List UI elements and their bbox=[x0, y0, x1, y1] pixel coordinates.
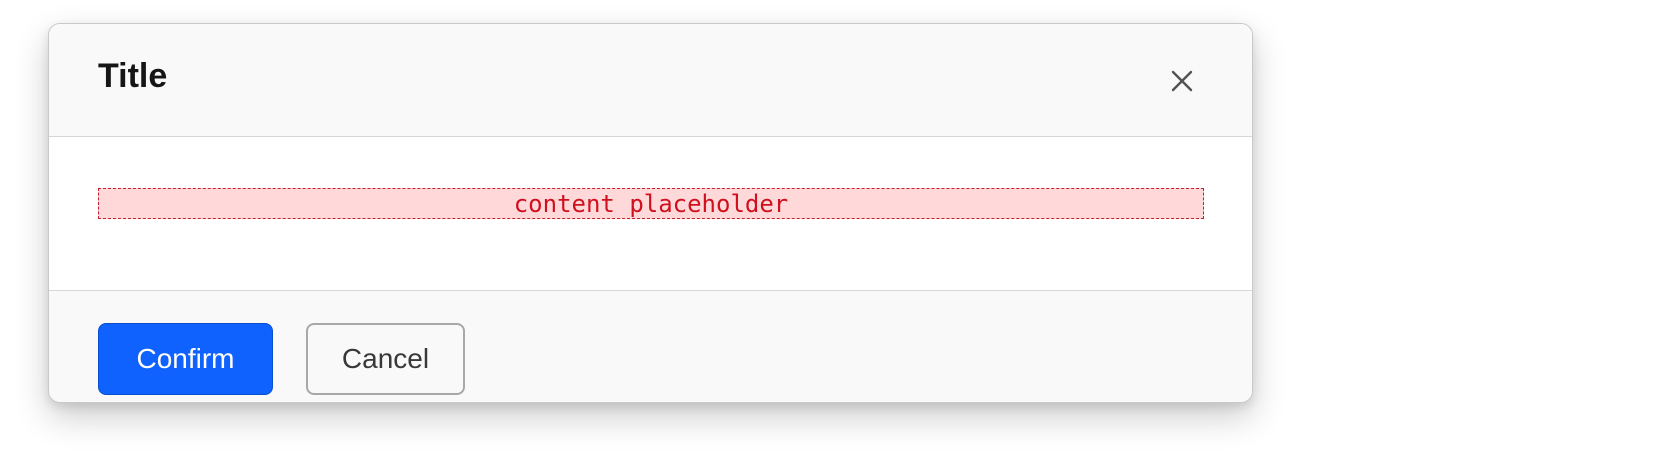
cancel-button[interactable]: Cancel bbox=[306, 323, 465, 395]
confirm-button[interactable]: Confirm bbox=[98, 323, 273, 395]
modal-dialog: Title content placeholder Confirm Cancel bbox=[48, 23, 1253, 403]
dialog-header: Title bbox=[49, 24, 1252, 137]
close-icon bbox=[1171, 70, 1193, 92]
close-button[interactable] bbox=[1166, 65, 1198, 97]
dialog-title: Title bbox=[98, 57, 168, 95]
content-placeholder: content placeholder bbox=[98, 188, 1204, 219]
dialog-footer: Confirm Cancel bbox=[49, 291, 1252, 402]
dialog-body: content placeholder bbox=[49, 137, 1252, 291]
